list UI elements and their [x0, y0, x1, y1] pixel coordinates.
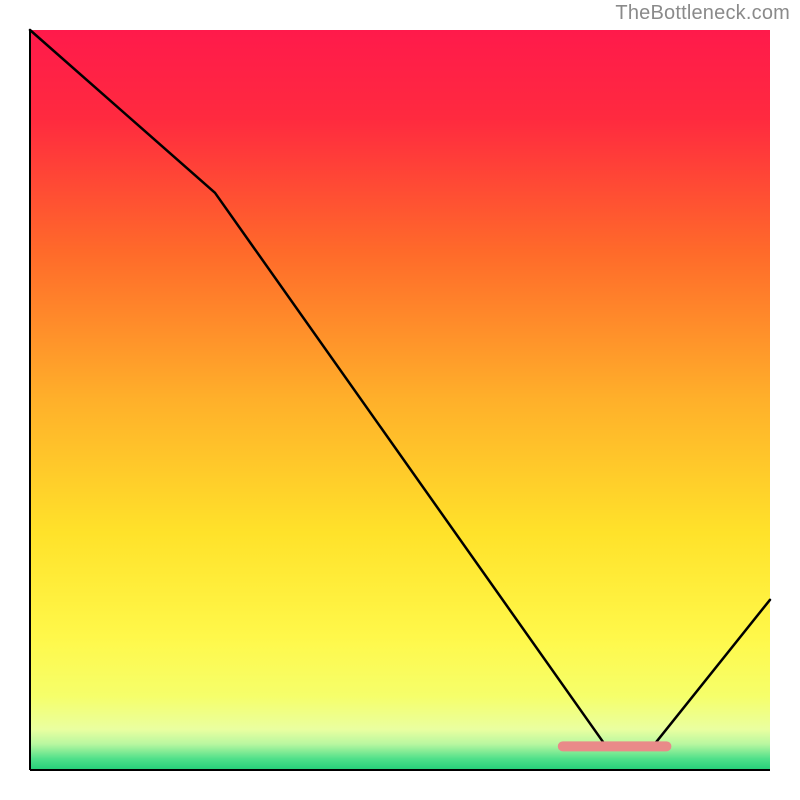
bottleneck-chart	[0, 0, 800, 800]
plot-background	[30, 30, 770, 770]
attribution-label: TheBottleneck.com	[615, 2, 790, 25]
chart-container: TheBottleneck.com	[0, 0, 800, 800]
